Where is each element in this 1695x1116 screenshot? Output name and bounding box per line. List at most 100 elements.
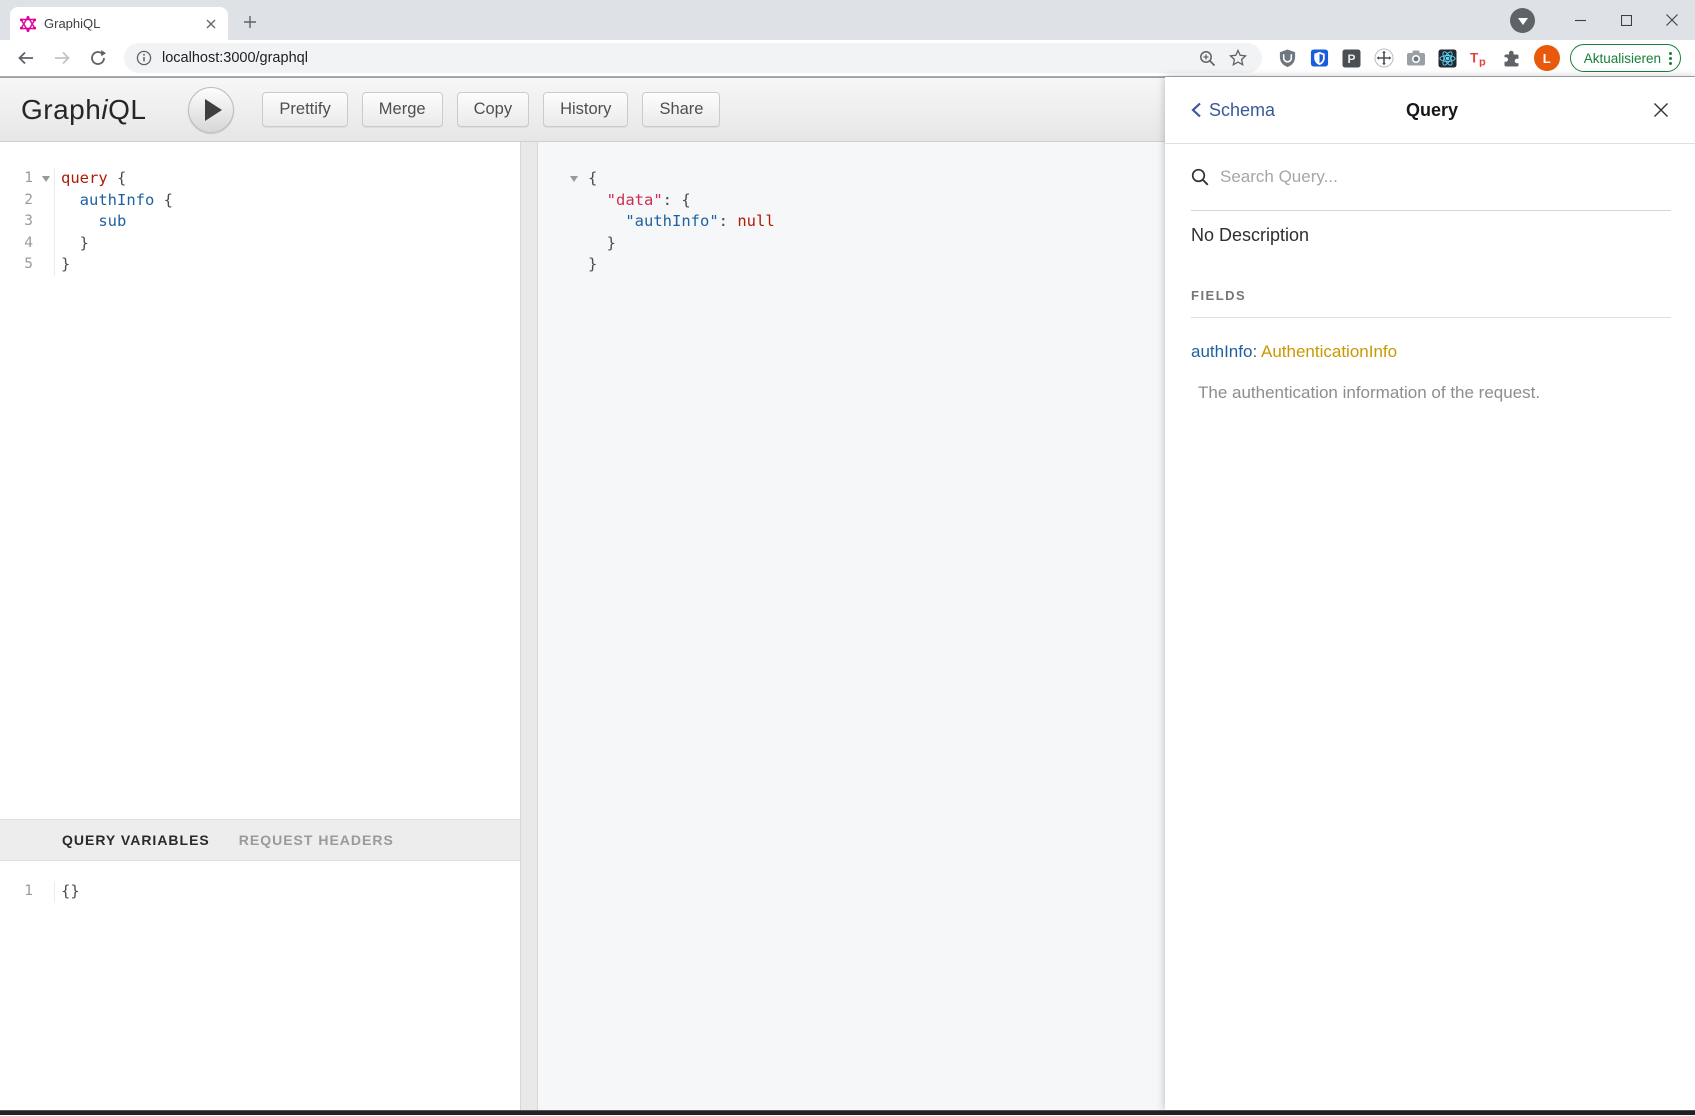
tab-title: GraphiQL — [44, 16, 202, 31]
fold-gutter — [538, 233, 582, 255]
query-editor[interactable]: 1query {2 authInfo {3 sub4 }5} — [0, 142, 520, 819]
tab-query-variables[interactable]: QUERY VARIABLES — [62, 832, 210, 848]
move-circle-icon[interactable] — [1371, 45, 1397, 71]
fold-arrow-icon[interactable] — [570, 176, 578, 182]
tab-close-icon[interactable] — [202, 15, 220, 33]
bitwarden-icon[interactable] — [1307, 45, 1333, 71]
field-description: The authentication information of the re… — [1191, 383, 1671, 403]
toolbar-button-history[interactable]: History — [543, 92, 628, 127]
ublock-origin-icon[interactable] — [1275, 45, 1301, 71]
toolbar-button-prettify[interactable]: Prettify — [262, 92, 347, 127]
doc-back-link[interactable]: Schema — [1191, 100, 1352, 121]
address-bar[interactable]: localhost:3000/graphql — [124, 43, 1262, 73]
react-devtools-icon[interactable] — [1435, 45, 1461, 71]
doc-close-icon[interactable] — [1649, 98, 1673, 122]
line-number: 3 — [0, 211, 38, 233]
browser-update-badge-icon[interactable] — [1510, 8, 1535, 33]
toolbar-button-group: Prettify Merge Copy History Share — [262, 92, 720, 127]
chevron-left-icon — [1191, 102, 1202, 118]
doc-explorer-header: Schema Query — [1165, 77, 1695, 144]
field-type-link[interactable]: AuthenticationInfo — [1261, 342, 1397, 361]
fold-gutter — [38, 254, 55, 276]
query-column: 1query {2 authInfo {3 sub4 }5} QUERY VAR… — [0, 142, 520, 1110]
code-line[interactable]: } — [538, 233, 1165, 255]
line-number: 1 — [0, 168, 38, 190]
pane-divider[interactable] — [520, 142, 538, 1110]
play-icon — [205, 99, 222, 121]
pill-menu-dots-icon — [1669, 52, 1672, 65]
back-icon[interactable] — [12, 44, 40, 72]
browser-titlebar: GraphiQL — [0, 0, 1695, 40]
fold-gutter — [38, 211, 55, 233]
doc-explorer: Schema Query No Description FIELDS authI… — [1165, 77, 1695, 1110]
editor-bar: 1query {2 authInfo {3 sub4 }5} QUERY VAR… — [0, 142, 1165, 1110]
window-minimize-button[interactable] — [1557, 0, 1603, 40]
screen-bottom-edge — [0, 1110, 1695, 1115]
type-description: No Description — [1191, 225, 1671, 246]
fold-gutter — [38, 190, 55, 212]
line-number: 5 — [0, 254, 38, 276]
toolbar-button-copy[interactable]: Copy — [457, 92, 530, 127]
site-info-icon[interactable] — [136, 50, 152, 66]
variables-editor[interactable]: 1{} — [0, 861, 520, 1110]
address-text[interactable]: localhost:3000/graphql — [162, 50, 1192, 66]
bookmark-star-icon[interactable] — [1224, 44, 1252, 72]
code-line[interactable]: { — [538, 168, 1165, 190]
code-line[interactable]: 1{} — [0, 881, 520, 903]
ext-tp-label: T — [1470, 51, 1479, 66]
pocket-p-icon[interactable]: P — [1339, 45, 1365, 71]
code-line[interactable]: "data": { — [538, 190, 1165, 212]
fold-gutter — [38, 233, 55, 255]
graphql-favicon — [20, 16, 36, 32]
window-maximize-button[interactable] — [1603, 0, 1649, 40]
code-line[interactable]: 1query { — [0, 168, 520, 190]
line-number: 4 — [0, 233, 38, 255]
graphiql-toolbar: GraphiQL Prettify Merge Copy History Share — [0, 77, 1165, 142]
fold-gutter — [538, 190, 582, 212]
fold-gutter[interactable] — [38, 168, 55, 190]
code-line[interactable]: 3 sub — [0, 211, 520, 233]
doc-back-label: Schema — [1209, 100, 1275, 121]
window-close-button[interactable] — [1649, 0, 1695, 40]
line-number: 2 — [0, 190, 38, 212]
editor-area: GraphiQL Prettify Merge Copy History Share 1… — [0, 77, 1165, 1110]
doc-content: No Description FIELDS authInfo: Authenti… — [1165, 211, 1695, 403]
code-line[interactable]: "authInfo": null — [538, 211, 1165, 233]
code-line[interactable]: 5} — [0, 254, 520, 276]
extensions-puzzle-icon[interactable] — [1499, 45, 1525, 71]
ext-p-label: P — [1348, 52, 1356, 66]
reload-icon[interactable] — [84, 44, 112, 72]
fold-gutter[interactable] — [538, 168, 582, 190]
graphiql-logo: GraphiQL — [21, 94, 146, 126]
new-tab-button[interactable] — [236, 8, 264, 36]
search-input[interactable] — [1220, 167, 1671, 187]
execute-button[interactable] — [188, 87, 234, 133]
fields-divider — [1191, 317, 1671, 318]
toolbar-button-share[interactable]: Share — [642, 92, 720, 127]
browser-tab[interactable]: GraphiQL — [10, 7, 228, 40]
code-line[interactable]: 4 } — [0, 233, 520, 255]
profile-avatar[interactable]: L — [1534, 45, 1560, 71]
camera-icon[interactable] — [1403, 45, 1429, 71]
field-name-link[interactable]: authInfo — [1191, 342, 1252, 361]
fields-section-label: FIELDS — [1191, 288, 1671, 303]
code-line[interactable]: 2 authInfo { — [0, 190, 520, 212]
tab-request-headers[interactable]: REQUEST HEADERS — [239, 832, 394, 848]
fold-gutter — [538, 211, 582, 233]
fold-gutter — [538, 254, 582, 276]
fold-gutter — [38, 881, 55, 903]
line-number: 1 — [0, 881, 38, 903]
extensions-row: P Tp L Aktualisieren — [1272, 44, 1687, 72]
result-viewer[interactable]: { "data": { "authInfo": null }} — [538, 142, 1165, 1110]
search-icon — [1191, 168, 1209, 186]
forward-icon[interactable] — [48, 44, 76, 72]
toolbar-button-merge[interactable]: Merge — [362, 92, 443, 127]
doc-title: Query — [1352, 100, 1513, 121]
doc-search-row — [1191, 144, 1671, 211]
aktualisieren-button[interactable]: Aktualisieren — [1570, 44, 1681, 72]
fold-arrow-icon[interactable] — [42, 176, 50, 182]
aktualisieren-label: Aktualisieren — [1584, 51, 1661, 66]
code-line[interactable]: } — [538, 254, 1165, 276]
tampermonkey-tp-icon[interactable]: Tp — [1467, 45, 1493, 71]
zoom-icon[interactable] — [1194, 44, 1222, 72]
